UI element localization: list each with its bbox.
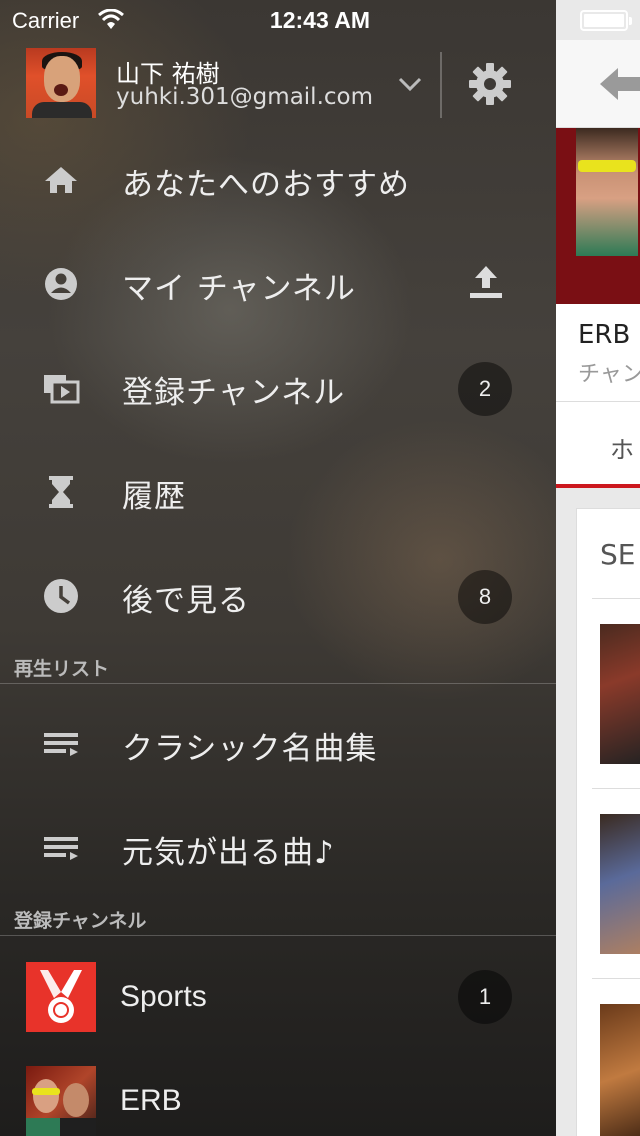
menu-item-watch-later[interactable]: 後で見る 8	[0, 544, 556, 648]
count-badge: 1	[458, 970, 512, 1024]
card-title: SE	[600, 538, 636, 571]
avatar[interactable]	[26, 48, 96, 118]
menu-item-subscriptions[interactable]: 登録チャンネル 2	[0, 336, 556, 440]
erb-channel-thumbnail	[26, 1066, 96, 1136]
tab-home[interactable]: ホ	[610, 430, 634, 465]
clock-icon	[44, 579, 78, 613]
back-arrow-icon[interactable]	[598, 66, 640, 102]
menu-item-recommended[interactable]: あなたへのおすすめ	[0, 128, 556, 232]
account-circle-icon	[45, 268, 77, 300]
menu-item-label: 後で見る	[122, 583, 250, 619]
video-thumbnail[interactable]	[600, 624, 640, 764]
subscription-item-erb[interactable]: ERB	[0, 1042, 556, 1136]
section-header-playlists: 再生リスト	[0, 648, 556, 684]
home-icon	[45, 167, 77, 193]
menu-item-label: マイ チャンネル	[122, 271, 356, 307]
status-bar: Carrier 12:43 AM	[0, 0, 640, 40]
channel-name: ERB	[578, 320, 631, 350]
status-time: 12:43 AM	[269, 7, 371, 33]
menu-item-label: 登録チャンネル	[122, 375, 346, 411]
background-channel-page: ERB チャン ホ SE	[556, 0, 640, 1136]
subscriptions-icon	[44, 375, 80, 404]
menu-item-history[interactable]: 履歴	[0, 440, 556, 544]
video-thumbnail[interactable]	[600, 814, 640, 954]
upload-icon[interactable]	[466, 262, 506, 302]
sports-medal-thumbnail	[26, 962, 96, 1032]
menu-item-label: あなたへのおすすめ	[122, 167, 410, 203]
playlist-label: クラシック名曲集	[122, 731, 378, 767]
video-thumbnail[interactable]	[600, 1004, 640, 1136]
subscription-item-sports[interactable]: Sports 1	[0, 938, 556, 1042]
chevron-down-icon[interactable]	[398, 76, 422, 92]
section-title: 登録チャンネル	[14, 910, 147, 932]
section-header-subscriptions: 登録チャンネル	[0, 900, 556, 936]
count-badge: 2	[458, 362, 512, 416]
divider	[592, 978, 640, 979]
playlist-icon	[44, 837, 78, 860]
playlist-item[interactable]: 元気が出る曲♪	[0, 796, 556, 900]
section-title: 再生リスト	[14, 658, 110, 680]
playlist-label: 元気が出る曲♪	[122, 835, 335, 871]
menu-item-my-channel[interactable]: マイ チャンネル	[0, 232, 556, 336]
count-badge: 8	[458, 570, 512, 624]
battery-icon	[580, 10, 632, 31]
gear-icon[interactable]	[468, 62, 512, 106]
playlist-item[interactable]: クラシック名曲集	[0, 692, 556, 796]
navigation-drawer: 山下 祐樹 yuhki.301@gmail.com あなたへのおすすめ マイ チ…	[0, 0, 556, 1136]
channel-subtitle: チャン	[578, 362, 640, 387]
header-divider	[440, 52, 442, 118]
divider	[592, 598, 640, 599]
hourglass-icon	[49, 476, 73, 508]
subscription-label: Sports	[120, 980, 207, 1013]
subscription-label: ERB	[120, 1084, 182, 1117]
menu-item-label: 履歴	[122, 479, 186, 515]
playlist-icon	[44, 733, 78, 756]
account-email: yuhki.301@gmail.com	[116, 84, 373, 110]
channel-banner-image	[576, 128, 638, 256]
divider	[592, 788, 640, 789]
